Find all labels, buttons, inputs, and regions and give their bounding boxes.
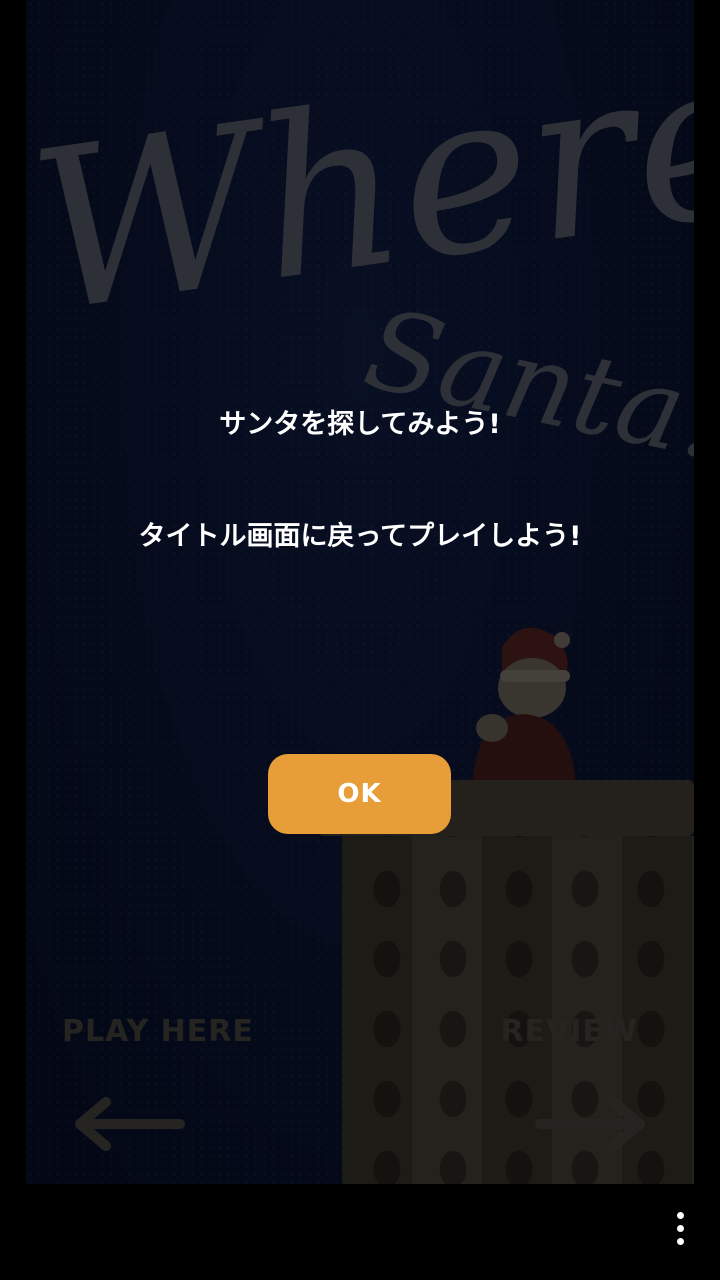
- ok-button[interactable]: OK: [268, 754, 451, 834]
- modal-overlay: [26, 0, 694, 1184]
- menu-dot: [676, 1212, 684, 1219]
- dialog-message-2: タイトル画面に戻ってプレイしよう!: [138, 521, 582, 552]
- dialog-message-1: サンタを探してみよう!: [219, 409, 501, 440]
- overflow-menu-icon[interactable]: [668, 1212, 692, 1252]
- system-nav-bar: [0, 1184, 720, 1280]
- menu-dot: [676, 1225, 684, 1232]
- menu-dot: [676, 1238, 684, 1245]
- app-screen: Where's Santa? PLAY HERE REVIEW サンタを探してみ…: [0, 0, 720, 1280]
